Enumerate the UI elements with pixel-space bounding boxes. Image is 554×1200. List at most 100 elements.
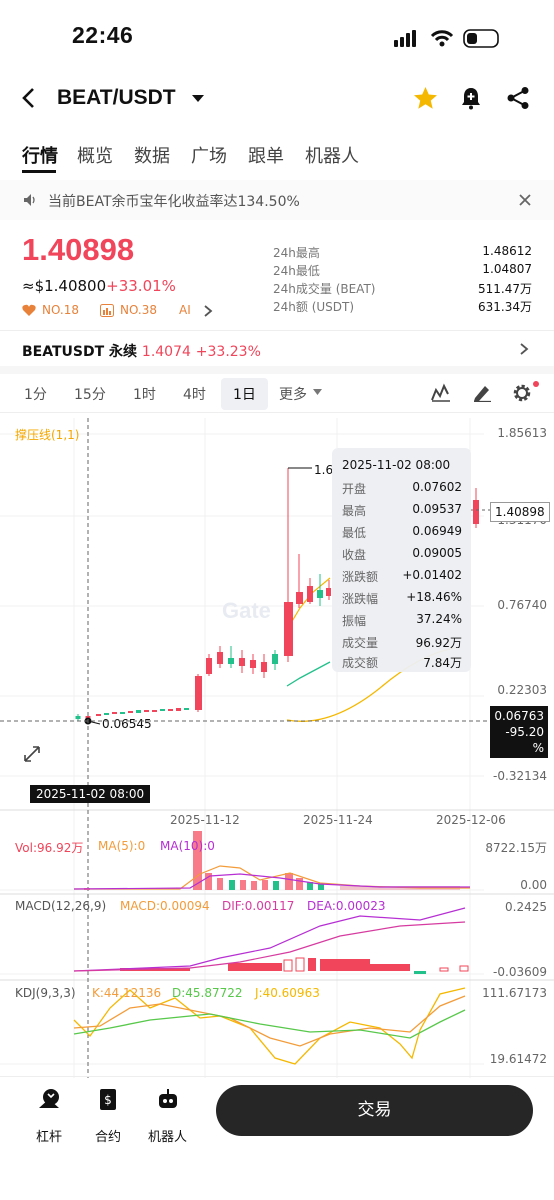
- tooltip-row: 涨跌幅 +18.46%: [342, 590, 462, 606]
- svg-text:$: $: [104, 1093, 112, 1107]
- cursor-price-tag: 0.06763 -95.20 %: [490, 706, 548, 758]
- tooltip-row: 开盘 0.07602: [342, 480, 462, 496]
- kdj-axis-top: 111.67173: [482, 986, 547, 1000]
- last-price-tag: 1.40898: [490, 502, 550, 522]
- kdj-k: K:44.12136: [92, 986, 162, 1000]
- kdj-d: D:45.87722: [172, 986, 243, 1000]
- tooltip-row: 最低 0.06949: [342, 524, 462, 540]
- perp-price: 1.4074: [141, 344, 191, 360]
- close-icon[interactable]: [518, 193, 532, 207]
- tooltip-row: 振幅 37.24%: [342, 612, 462, 628]
- speaker-icon: [24, 194, 35, 206]
- chevron-right-icon[interactable]: [203, 304, 213, 318]
- perp-name: BEATUSDT 永续: [22, 344, 138, 360]
- perp-change: +33.23%: [195, 344, 261, 360]
- macd-histogram: [120, 957, 469, 974]
- kdj-j: J:40.60963: [255, 986, 320, 1000]
- y-axis-label: 1.85613: [497, 426, 547, 440]
- price-change: +33.01%: [106, 277, 176, 295]
- pair-title[interactable]: BEAT/USDT: [57, 86, 176, 110]
- tooltip-date: 2025-11-02 08:00: [342, 458, 451, 472]
- tf-more[interactable]: 更多: [279, 384, 307, 404]
- x-axis-label: 2025-11-12: [170, 813, 240, 827]
- macd-axis-top: 0.2425: [505, 900, 547, 914]
- stat-label: 24h最高: [273, 246, 320, 260]
- tf-1h[interactable]: 1时: [133, 384, 156, 404]
- macd-dif: DIF:0.00117: [222, 899, 295, 913]
- rank-badge-1[interactable]: NO.18: [42, 303, 79, 317]
- notice-text: 当前BEAT余币宝年化收益率达134.50%: [48, 194, 300, 210]
- vol-axis-top: 8722.15万: [485, 841, 547, 855]
- robot-icon[interactable]: [156, 1088, 180, 1112]
- perpetual-row[interactable]: BEATUSDT 永续 1.4074 +33.23%: [22, 341, 261, 361]
- vol-axis-bottom: 0.00: [520, 878, 547, 892]
- vol-ma5: MA(5):0: [98, 839, 146, 853]
- stat-label: 24h成交量 (BEAT): [273, 282, 376, 296]
- tab-square[interactable]: 广场: [191, 142, 227, 168]
- back-icon[interactable]: [20, 86, 38, 110]
- heart-rank-icon: [22, 304, 36, 316]
- ai-badge[interactable]: AI: [179, 303, 191, 317]
- chart-rank-icon: [100, 304, 114, 317]
- alert-bell-icon[interactable]: [460, 86, 482, 110]
- contract-label[interactable]: 合约: [95, 1126, 121, 1145]
- rank-badge-2[interactable]: NO.38: [120, 303, 157, 317]
- draw-pen-icon[interactable]: [471, 382, 493, 402]
- chevron-right-icon[interactable]: [519, 342, 529, 356]
- watermark: Gate: [222, 598, 271, 623]
- tab-copy-trade[interactable]: 跟单: [248, 142, 284, 168]
- vol-label: Vol:96.92万: [15, 841, 84, 855]
- status-time: 22:46: [72, 22, 134, 48]
- leverage-icon[interactable]: [37, 1088, 61, 1112]
- stat-value: 511.47万: [478, 282, 532, 296]
- settings-gear-icon[interactable]: [512, 381, 540, 403]
- price-sub: ≈$1.40800+33.01%: [22, 277, 176, 295]
- share-icon[interactable]: [506, 86, 530, 110]
- star-icon[interactable]: [413, 86, 438, 110]
- kdj-label: KDJ(9,3,3): [15, 986, 76, 1000]
- expand-icon[interactable]: [22, 744, 42, 764]
- tab-market[interactable]: 行情: [22, 142, 58, 168]
- sar-label[interactable]: 撑压线(1,1): [15, 426, 79, 443]
- stat-value: 631.34万: [478, 300, 532, 314]
- x-axis-label: 2025-11-24: [303, 813, 373, 827]
- macd-axis-bottom: -0.03609: [493, 965, 547, 979]
- status-icons: [394, 29, 499, 48]
- tooltip-row: 成交额 7.84万: [342, 656, 462, 670]
- tf-1d[interactable]: 1日: [221, 378, 268, 410]
- tab-robot[interactable]: 机器人: [305, 142, 359, 168]
- last-price: 1.40898: [22, 232, 135, 267]
- contract-icon[interactable]: $: [97, 1088, 119, 1112]
- tab-data[interactable]: 数据: [134, 142, 170, 168]
- cursor-date: 2025-11-02 08:00: [30, 785, 151, 803]
- low-mark: 0.06545: [102, 717, 152, 731]
- x-axis-label: 2025-12-06: [436, 813, 506, 827]
- macd-label: MACD(12,26,9): [15, 899, 107, 913]
- trade-button[interactable]: 交易: [216, 1085, 533, 1136]
- leverage-label[interactable]: 杠杆: [36, 1126, 62, 1145]
- stat-label: 24h最低: [273, 264, 320, 278]
- more-dropdown-icon[interactable]: [313, 389, 322, 395]
- stat-label: 24h额 (USDT): [273, 300, 355, 314]
- y-axis-label: 0.22303: [497, 683, 547, 697]
- pair-dropdown-icon[interactable]: [191, 94, 205, 104]
- tf-15m[interactable]: 15分: [74, 384, 106, 404]
- tooltip-row: 收盘 0.09005: [342, 546, 462, 562]
- macd-value: MACD:0.00094: [120, 899, 210, 913]
- indicator-icon[interactable]: [430, 382, 452, 402]
- usd-price: ≈$1.40800: [22, 277, 107, 295]
- tab-overview[interactable]: 概览: [77, 142, 113, 168]
- macd-dea: DEA:0.00023: [307, 899, 386, 913]
- tooltip-row: 最高 0.09537: [342, 502, 462, 518]
- tf-4h[interactable]: 4时: [183, 384, 206, 404]
- divider: [0, 1076, 554, 1077]
- divider: [0, 412, 554, 413]
- stat-value: 1.48612: [482, 244, 532, 258]
- active-tab-indicator: [22, 170, 56, 173]
- stat-value: 1.04807: [482, 262, 532, 276]
- robot-label[interactable]: 机器人: [148, 1126, 187, 1145]
- vol-ma10: MA(10):0: [160, 839, 215, 853]
- divider: [0, 330, 554, 331]
- high-mark: 1.6: [314, 463, 333, 477]
- tf-1m[interactable]: 1分: [24, 384, 47, 404]
